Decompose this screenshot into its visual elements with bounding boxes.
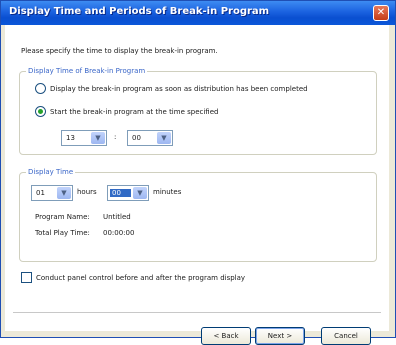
cancel-button[interactable]: Cancel bbox=[321, 327, 371, 345]
title-bar[interactable]: Display Time and Periods of Break-in Pro… bbox=[1, 1, 395, 25]
chevron-down-icon[interactable]: ▼ bbox=[133, 187, 147, 199]
checkbox-label: Conduct panel control before and after t… bbox=[36, 273, 246, 282]
radio-button[interactable] bbox=[35, 106, 46, 117]
minutes-label: minutes bbox=[153, 188, 182, 196]
radio-label: Start the break-in program at the time s… bbox=[50, 107, 219, 116]
group-legend: Display Time bbox=[28, 168, 74, 176]
program-name-label: Program Name: bbox=[35, 213, 90, 221]
close-icon[interactable]: ✕ bbox=[373, 5, 389, 21]
chevron-down-icon[interactable]: ▼ bbox=[91, 132, 105, 144]
intro-text: Please specify the time to display the b… bbox=[21, 47, 218, 55]
next-button[interactable]: Next > bbox=[255, 327, 305, 345]
minutes-value: 00 bbox=[110, 189, 131, 197]
hours-select[interactable]: 01 ▼ bbox=[31, 185, 73, 201]
window-title: Display Time and Periods of Break-in Pro… bbox=[9, 6, 270, 17]
radio-immediate[interactable]: Display the break-in program as soon as … bbox=[35, 83, 308, 94]
hour-select[interactable]: 13 ▼ bbox=[61, 130, 107, 146]
minute-select[interactable]: 00 ▼ bbox=[127, 130, 173, 146]
divider bbox=[13, 312, 381, 313]
radio-label: Display the break-in program as soon as … bbox=[50, 84, 308, 93]
time-separator: : bbox=[114, 133, 117, 141]
panel-control-checkbox[interactable]: Conduct panel control before and after t… bbox=[21, 272, 245, 283]
total-play-time-value: 00:00:00 bbox=[103, 229, 135, 237]
chevron-down-icon[interactable]: ▼ bbox=[157, 132, 171, 144]
back-button[interactable]: < Back bbox=[201, 327, 251, 345]
radio-button[interactable] bbox=[35, 83, 46, 94]
group-legend: Display Time of Break-in Program bbox=[28, 67, 146, 75]
radio-specified-time[interactable]: Start the break-in program at the time s… bbox=[35, 106, 218, 117]
total-play-time-label: Total Play Time: bbox=[35, 229, 90, 237]
dialog-window: Display Time and Periods of Break-in Pro… bbox=[0, 0, 396, 345]
hour-value: 13 bbox=[66, 134, 75, 142]
minutes-select[interactable]: 00 ▼ bbox=[107, 185, 149, 201]
hours-value: 01 bbox=[36, 189, 45, 197]
dialog-body: Please specify the time to display the b… bbox=[5, 25, 389, 345]
minute-value: 00 bbox=[132, 134, 141, 142]
checkbox[interactable] bbox=[21, 272, 32, 283]
chevron-down-icon[interactable]: ▼ bbox=[57, 187, 71, 199]
hours-label: hours bbox=[77, 188, 97, 196]
program-name-value: Untitled bbox=[103, 213, 131, 221]
